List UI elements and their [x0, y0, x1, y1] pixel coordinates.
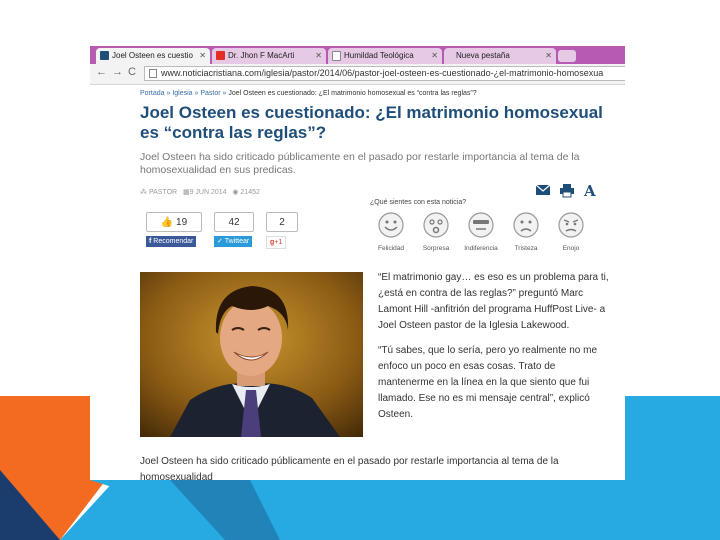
breadcrumb-subsection[interactable]: Pastor: [200, 90, 220, 97]
breadcrumb-current: Joel Osteen es cuestionado: ¿El matrimon…: [228, 90, 477, 97]
url-input[interactable]: www.noticiacristiana.com/iglesia/pastor/…: [144, 66, 625, 81]
email-icon[interactable]: [535, 184, 551, 195]
feeling-label: Felicidad: [377, 245, 404, 252]
twitter-button[interactable]: ✓ Twittear: [214, 236, 253, 247]
tab-youtube[interactable]: Dr. Jhon F MacArti ✕: [212, 48, 326, 64]
close-tab-icon[interactable]: ✕: [431, 48, 438, 64]
category-icon: ⁂: [140, 189, 147, 196]
article-views: 21452: [240, 189, 260, 196]
close-tab-icon[interactable]: ✕: [315, 48, 322, 64]
feeling-happy[interactable]: Felicidad: [371, 212, 411, 252]
tab-label: Nueva pestaña: [456, 51, 510, 60]
gplus-button[interactable]: g+1: [266, 236, 287, 249]
new-tab-button[interactable]: [558, 50, 576, 62]
page-icon: [332, 50, 341, 61]
breadcrumb: Portada » Iglesia » Pastor » Joel Osteen…: [140, 90, 477, 97]
feeling-surprise[interactable]: Sorpresa: [416, 212, 456, 252]
facebook-count: 19: [176, 217, 188, 228]
tool-icons: A: [535, 182, 596, 200]
gplus-count: 2: [279, 217, 285, 228]
facebook-count-box: 👍 19: [146, 212, 202, 232]
twitter-icon: ✓: [217, 238, 223, 245]
twitter-count-box: 42: [214, 212, 254, 232]
feeling-label: Enojo: [562, 245, 580, 252]
url-text: www.noticiacristiana.com/iglesia/pastor/…: [161, 68, 604, 78]
breadcrumb-home[interactable]: Portada: [140, 90, 165, 97]
feeling-label: Tristeza: [514, 245, 538, 252]
tab-humildad[interactable]: Humildad Teológica ✕: [328, 48, 442, 64]
back-icon[interactable]: ←: [96, 66, 107, 78]
quote-paragraph-2: “Tú sabes, que lo sería, pero yo realmen…: [378, 345, 598, 420]
tab-joel-osteen[interactable]: Joel Osteen es cuestio ✕: [96, 48, 210, 64]
browser-screenshot: Joel Osteen es cuestio ✕ Dr. Jhon F MacAr…: [90, 46, 625, 480]
gplus-button-label: +1: [274, 239, 283, 246]
happy-face-icon: [378, 212, 404, 238]
tab-label: Dr. Jhon F MacArti: [228, 51, 295, 60]
sad-face-icon: [513, 212, 539, 238]
youtube-icon: [216, 51, 225, 61]
tab-new[interactable]: Nueva pestaña ✕: [444, 48, 556, 64]
article-tools: A: [535, 182, 606, 203]
eye-icon: ◉: [232, 189, 239, 196]
thumbs-up-icon: 👍: [160, 217, 174, 228]
tab-label: Humildad Teológica: [344, 51, 414, 60]
article-page: Portada » Iglesia » Pastor » Joel Osteen…: [140, 84, 610, 480]
article-body: Joel Osteen ha sido criticado públicamen…: [140, 456, 559, 480]
tab-bar: Joel Osteen es cuestio ✕ Dr. Jhon F MacAr…: [90, 46, 625, 64]
twitter-count: 42: [228, 217, 240, 228]
feeling-sadness[interactable]: Tristeza: [506, 212, 546, 252]
feelings-question: ¿Qué sientes con esta noticia?: [370, 199, 467, 206]
facebook-recommend-button[interactable]: f Recomendar: [146, 236, 197, 247]
breadcrumb-section[interactable]: Iglesia: [172, 90, 192, 97]
address-bar: ← → C www.noticiacristiana.com/iglesia/p…: [90, 64, 625, 85]
reload-icon[interactable]: C: [128, 66, 136, 78]
print-icon[interactable]: [560, 184, 574, 198]
facebook-button-label: Recomendar: [153, 238, 194, 245]
feeling-label: Indiferencia: [464, 245, 498, 252]
article-summary: Joel Osteen ha sido criticado públicamen…: [140, 151, 580, 176]
feeling-label: Sorpresa: [422, 245, 450, 252]
font-size-icon[interactable]: A: [583, 182, 596, 200]
tab-label: Joel Osteen es cuestio: [112, 51, 193, 60]
feeling-anger[interactable]: Enojo: [551, 212, 591, 252]
twitter-button-label: Twittear: [224, 238, 250, 245]
feeling-indifference[interactable]: Indiferencia: [461, 212, 501, 252]
calendar-icon: ▦: [182, 189, 190, 196]
article-photo: [140, 272, 363, 437]
surprised-face-icon: [423, 212, 449, 238]
site-favicon-icon: [100, 51, 109, 61]
article-category[interactable]: PASTOR: [149, 189, 177, 196]
article-quote: “El matrimonio gay… es eso es un problem…: [378, 270, 610, 432]
close-tab-icon[interactable]: ✕: [199, 48, 206, 64]
cool-face-icon: [468, 212, 494, 238]
close-tab-icon[interactable]: ✕: [545, 48, 552, 64]
joel-osteen-photo: [140, 272, 363, 437]
facebook-icon: f: [149, 238, 152, 245]
article-date: 9 JUN 2014: [189, 189, 227, 196]
page-info-icon: [149, 69, 157, 78]
gplus-count-box: 2: [266, 212, 298, 232]
quote-paragraph-1: “El matrimonio gay… es eso es un problem…: [378, 272, 609, 331]
article-title: Joel Osteen es cuestionado: ¿El matrimon…: [140, 103, 603, 142]
article-meta: ⁂ PASTOR ▦9 JUN 2014 ◉ 21452: [140, 188, 260, 196]
forward-icon[interactable]: →: [112, 66, 123, 78]
angry-face-icon: [558, 212, 584, 238]
